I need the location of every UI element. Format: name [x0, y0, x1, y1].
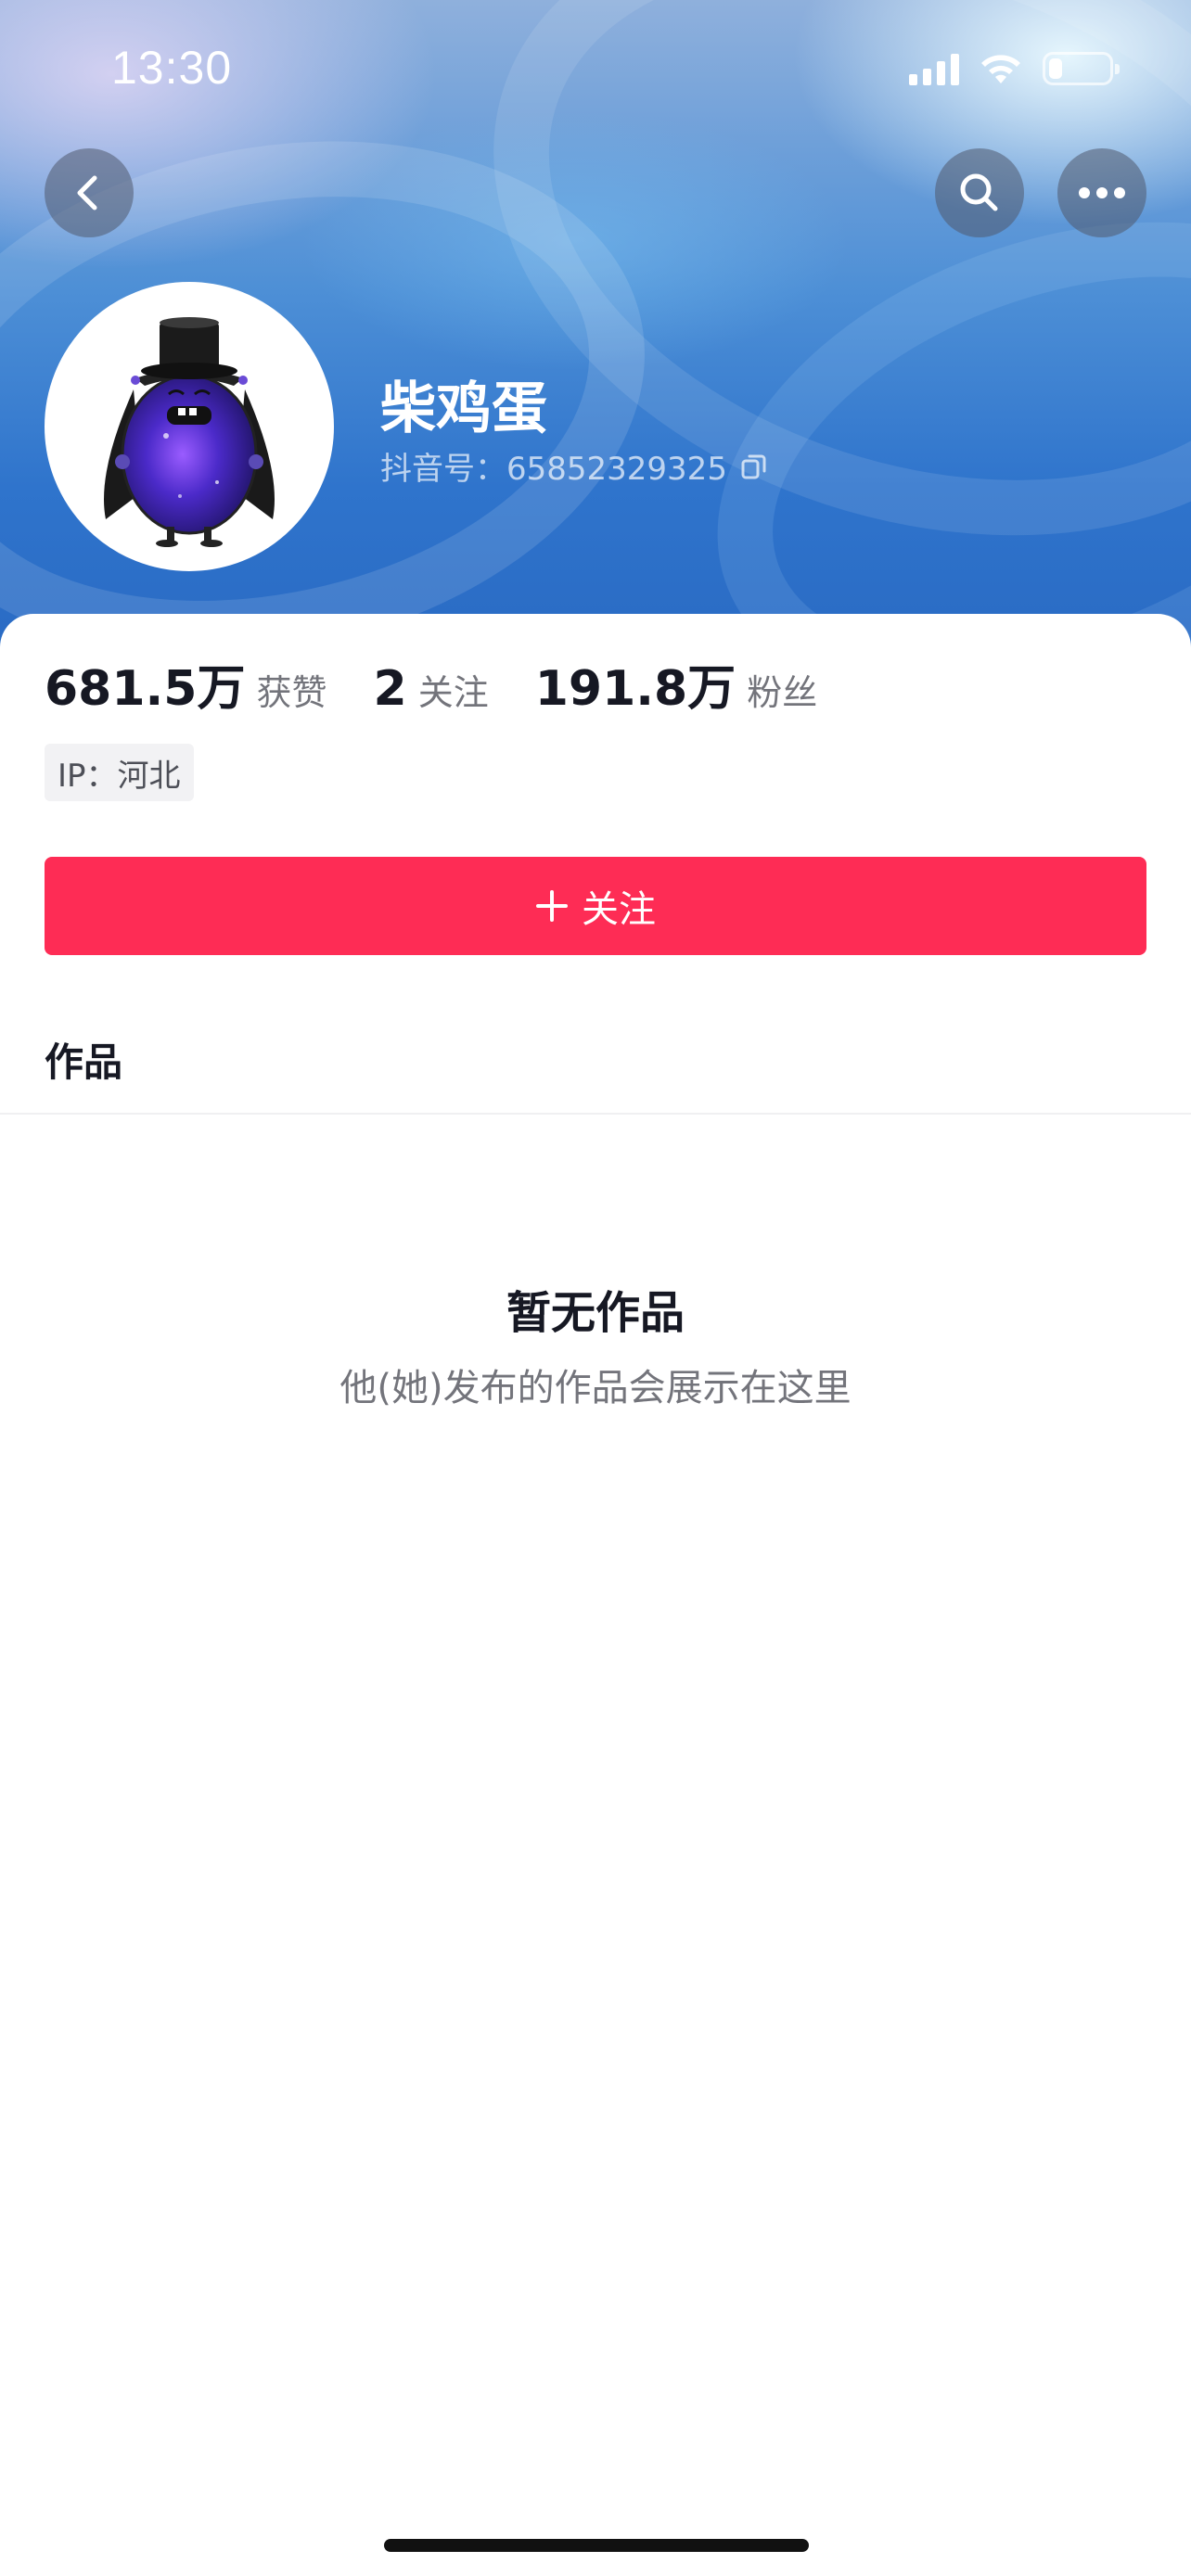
copy-icon[interactable] [740, 453, 768, 480]
ip-location-tag: IP：河北 [45, 744, 194, 801]
more-button[interactable] [1057, 148, 1146, 237]
stat-followers-value: 191.8万 [534, 661, 736, 717]
status-icons [909, 48, 1120, 89]
home-indicator[interactable] [384, 2539, 809, 2552]
battery-icon [1043, 52, 1120, 85]
tab-works[interactable]: 作品 [45, 1031, 122, 1088]
stat-followers-label: 粉丝 [747, 672, 818, 713]
stat-following-label: 关注 [417, 672, 489, 713]
empty-state-title: 暂无作品 [506, 1287, 685, 1339]
avatar[interactable] [45, 282, 334, 571]
stat-likes-value: 681.5万 [45, 661, 246, 717]
stat-likes[interactable]: 681.5万 获赞 [45, 649, 327, 719]
status-time: 13:30 [111, 42, 233, 94]
back-button[interactable] [45, 148, 134, 237]
stat-followers[interactable]: 191.8万 粉丝 [535, 649, 818, 719]
plus-icon [536, 890, 568, 922]
follow-button[interactable]: 关注 [45, 857, 1146, 955]
eggplant-character-avatar-image [104, 317, 275, 547]
wifi-icon [981, 55, 1020, 83]
nickname: 柴鸡蛋 [380, 376, 547, 441]
search-button[interactable] [935, 148, 1024, 237]
more-horizontal-icon [1079, 187, 1125, 198]
stat-likes-label: 获赞 [256, 672, 327, 713]
stats-row: 681.5万 获赞 2 关注 191.8万 粉丝 [45, 649, 864, 719]
douyin-id-label: 抖音号：65852329325 [380, 451, 727, 488]
douyin-id-row[interactable]: 抖音号：65852329325 [380, 443, 768, 489]
stat-following-value: 2 [373, 661, 407, 717]
cellular-signal-icon [909, 52, 959, 85]
empty-state-subtitle: 他(她)发布的作品会展示在这里 [339, 1367, 852, 1409]
stat-following[interactable]: 2 关注 [374, 661, 489, 717]
tab-divider [0, 1113, 1191, 1115]
search-icon [960, 173, 998, 211]
follow-button-label: 关注 [582, 888, 656, 931]
chevron-left-icon [77, 175, 97, 210]
